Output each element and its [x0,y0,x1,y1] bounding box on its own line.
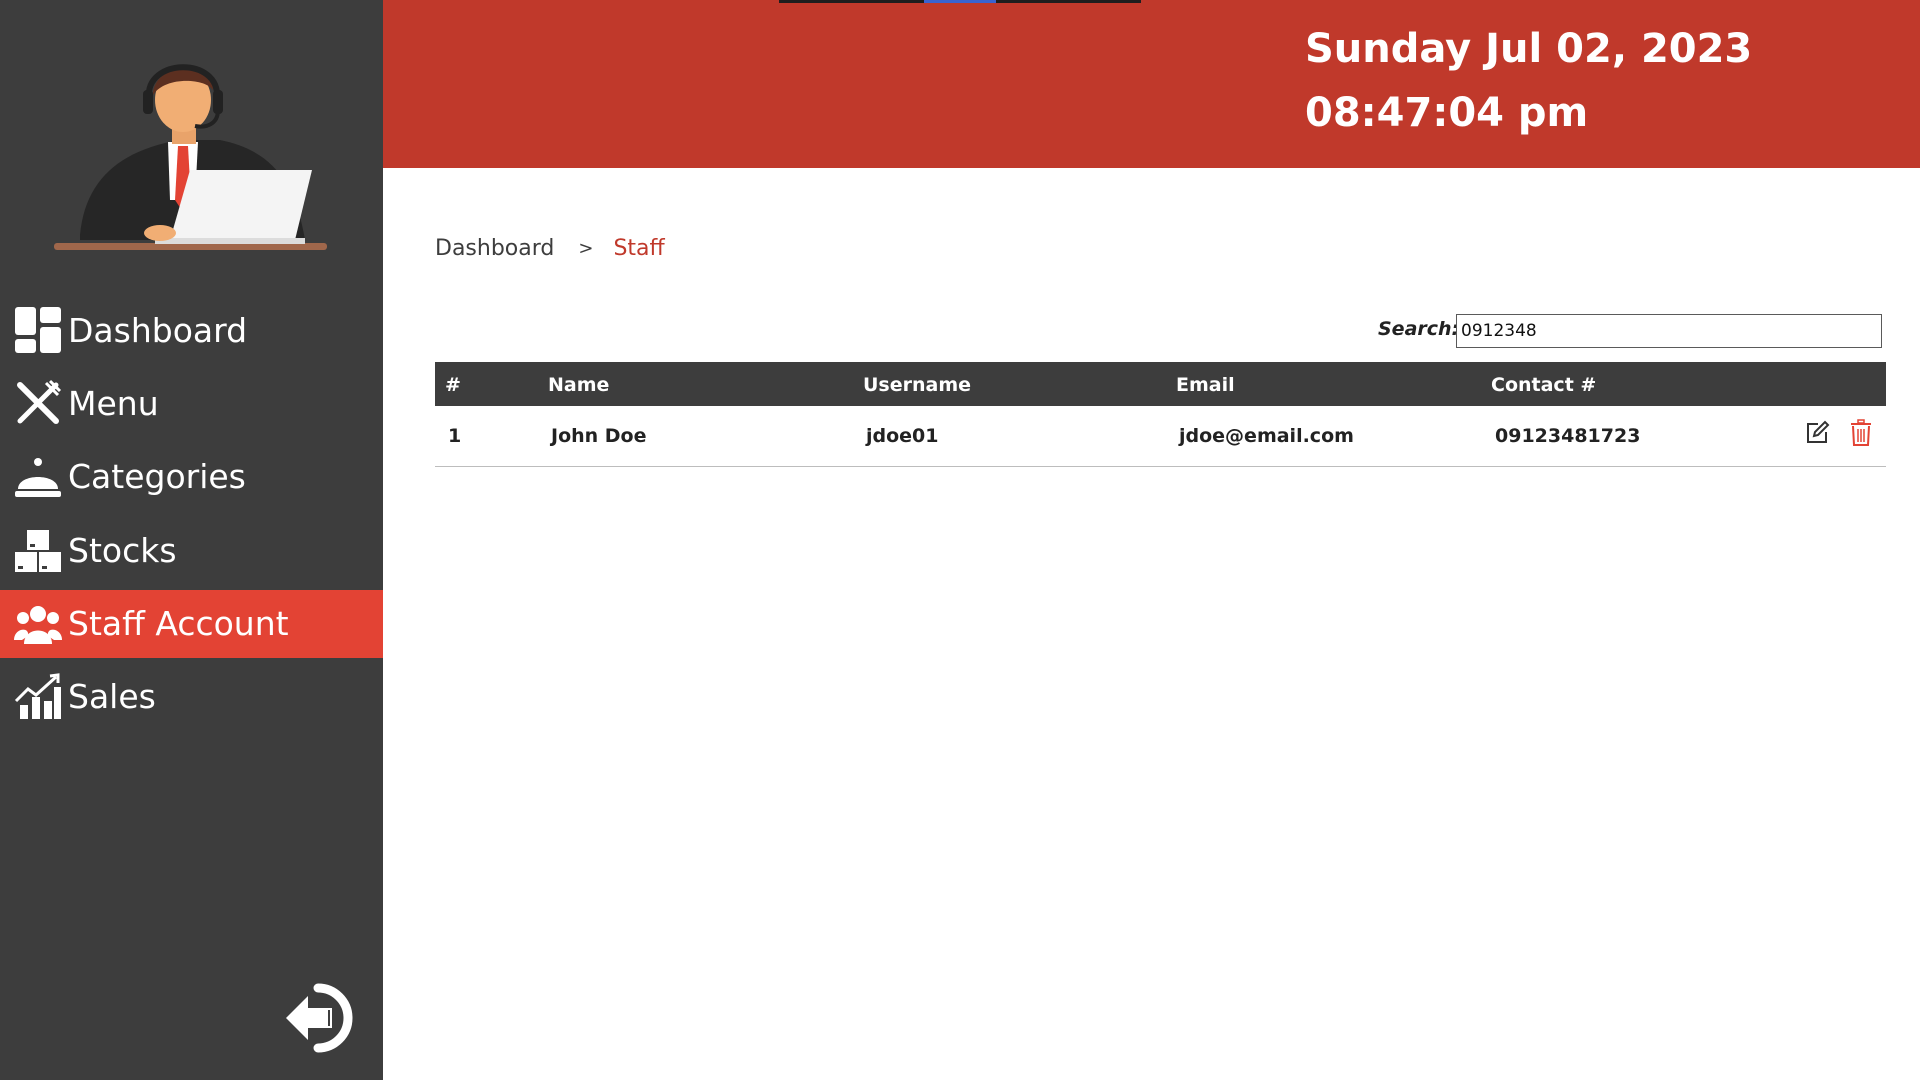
sidebar-item-staff-account[interactable]: Staff Account [0,589,383,658]
delete-button[interactable] [1846,418,1876,452]
sidebar-item-label: Menu [68,383,159,423]
sidebar-item-categories[interactable]: Categories [0,443,383,511]
column-header-email: Email [1176,374,1235,396]
header-time: 08:47:04 pm [1305,90,1589,136]
breadcrumb-separator: > [578,238,594,259]
logout-icon [282,983,362,1060]
sidebar-nav: Dashboard Menu Categories Stocks Staff A… [0,296,383,736]
table-row: 1 John Doe jdoe01 jdoe@email.com 0912348… [435,406,1886,467]
cell-username: jdoe01 [866,425,939,447]
cell-name: John Doe [551,425,647,447]
header: Sunday Jul 02, 2023 08:47:04 pm [383,0,1920,168]
sidebar: Dashboard Menu Categories Stocks Staff A… [0,0,383,1080]
sidebar-item-dashboard[interactable]: Dashboard [0,296,383,364]
dashboard-icon [13,305,63,355]
cell-email: jdoe@email.com [1179,425,1354,447]
chart-icon [13,672,63,722]
table-header: # Name Username Email Contact # [435,362,1886,406]
cloche-icon [13,452,63,502]
top-tab-strip-active [924,0,996,3]
trash-icon [1849,418,1873,452]
utensils-icon [13,378,63,428]
sidebar-item-label: Categories [68,457,246,497]
boxes-icon [13,525,63,575]
sidebar-item-label: Dashboard [68,310,248,350]
edit-icon [1804,420,1830,451]
staff-table: # Name Username Email Contact # 1 John D… [435,362,1886,467]
sidebar-item-label: Sales [68,677,156,717]
edit-button[interactable] [1802,420,1832,450]
search-label: Search: [1378,318,1460,340]
sidebar-item-label: Staff Account [68,604,289,644]
column-header-number: # [445,374,461,396]
column-header-name: Name [548,374,610,396]
breadcrumb: Dashboard > Staff [435,236,665,261]
sidebar-item-stocks[interactable]: Stocks [0,516,383,584]
sidebar-item-menu[interactable]: Menu [0,369,383,437]
cell-number: 1 [448,425,462,447]
header-date: Sunday Jul 02, 2023 [1305,26,1753,72]
top-tab-strip [779,0,1141,3]
breadcrumb-dashboard-link[interactable]: Dashboard [435,236,554,261]
users-icon [13,599,63,649]
sidebar-item-sales[interactable]: Sales [0,663,383,731]
logout-button[interactable] [282,980,362,1056]
column-header-contact: Contact # [1491,374,1597,396]
search-input[interactable] [1456,314,1882,348]
avatar [50,50,335,255]
breadcrumb-current: Staff [613,236,665,261]
sidebar-item-label: Stocks [68,530,177,570]
cell-contact: 09123481723 [1495,425,1641,447]
column-header-username: Username [863,374,972,396]
